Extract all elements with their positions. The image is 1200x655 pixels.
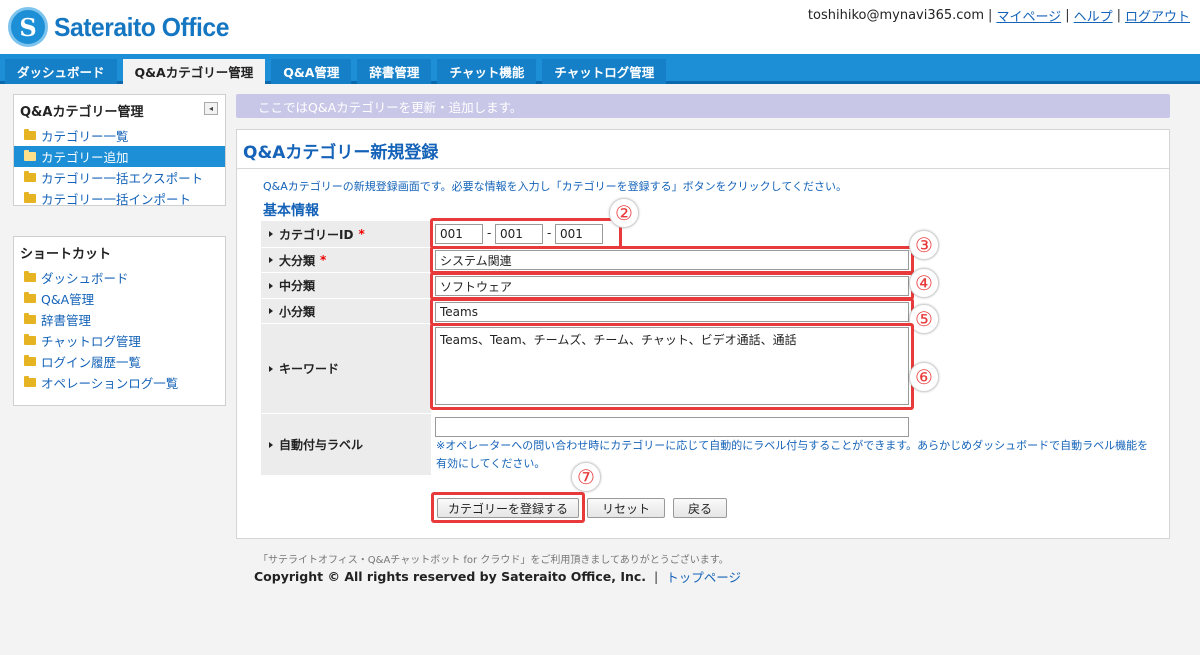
sidebar-title: Q&Aカテゴリー管理	[20, 105, 144, 120]
mypage-link[interactable]: マイページ	[996, 6, 1061, 25]
sidebar-item-label: 辞書管理	[41, 313, 92, 328]
folder-icon	[24, 355, 36, 366]
folder-icon	[24, 334, 36, 345]
highlight-box	[430, 272, 914, 300]
link-separator: |	[1065, 8, 1070, 23]
sidebar-item-category-export[interactable]: カテゴリー一括エクスポート	[14, 167, 225, 188]
sidebar-item-category-list[interactable]: カテゴリー一覧	[14, 125, 225, 146]
reset-button[interactable]: リセット	[587, 498, 665, 518]
folder-icon	[24, 271, 36, 282]
folder-icon	[24, 171, 36, 182]
folder-icon	[24, 129, 36, 140]
tab-chatlog[interactable]: チャットログ管理	[542, 59, 667, 84]
badge-4-icon: ④	[909, 268, 939, 298]
tab-dashboard[interactable]: ダッシュボード	[5, 59, 117, 84]
highlight-box	[430, 298, 914, 326]
triangle-right-icon	[269, 308, 273, 314]
minor-label: 小分類	[261, 299, 431, 324]
auto-label-label: 自動付与ラベル	[261, 414, 431, 476]
sidebar-item-label: オペレーションログ一覧	[41, 376, 179, 391]
header: S Sateraito Office toshihiko@mynavi365.c…	[0, 0, 1200, 54]
shortcut-login-history[interactable]: ログイン履歴一覧	[14, 351, 225, 372]
page-title: Q&Aカテゴリー新規登録	[243, 143, 439, 163]
shortcut-dashboard[interactable]: ダッシュボード	[14, 267, 225, 288]
shortcut-qa-management[interactable]: Q&A管理	[14, 288, 225, 309]
triangle-right-icon	[269, 257, 273, 263]
folder-icon	[24, 292, 36, 303]
sidebar-category-panel: Q&Aカテゴリー管理 ◂ カテゴリー一覧 カテゴリー追加 カテゴリー一括エクスポ…	[13, 94, 226, 209]
sidebar-title: ショートカット	[20, 247, 112, 262]
section-heading: 基本情報	[263, 203, 319, 219]
middle-label: 中分類	[261, 273, 431, 299]
logout-link[interactable]: ログアウト	[1125, 6, 1190, 25]
triangle-right-icon	[269, 231, 273, 237]
folder-icon	[24, 376, 36, 387]
highlight-box	[430, 246, 914, 274]
shortcut-operation-log[interactable]: オペレーションログ一覧	[14, 372, 225, 393]
major-label: 大分類 *	[261, 248, 431, 273]
tab-qa-management[interactable]: Q&A管理	[271, 59, 352, 84]
divider	[237, 168, 1169, 169]
info-bar: ここではQ&Aカテゴリーを更新・追加します。	[236, 94, 1170, 118]
logo[interactable]: S Sateraito Office	[8, 7, 238, 47]
sidebar-item-label: ログイン履歴一覧	[41, 355, 142, 370]
sidebar-item-category-add[interactable]: カテゴリー追加	[14, 146, 225, 167]
sidebar-item-label: Q&A管理	[41, 292, 95, 307]
shortcut-chatlog[interactable]: チャットログ管理	[14, 330, 225, 351]
auto-label-field[interactable]	[435, 417, 909, 437]
badge-2-icon: ②	[609, 198, 639, 228]
triangle-right-icon	[269, 365, 273, 372]
link-separator: |	[1116, 8, 1121, 23]
form-description: Q&Aカテゴリーの新規登録画面です。必要な情報を入力し「カテゴリーを登録する」ボ…	[263, 180, 847, 193]
logo-text: Sateraito Office	[54, 11, 229, 42]
triangle-right-icon	[269, 282, 273, 289]
back-button[interactable]: 戻る	[673, 498, 727, 518]
copyright-text: Copyright © All rights reserved by Sater…	[254, 569, 647, 584]
form-panel: Q&Aカテゴリー新規登録 Q&Aカテゴリーの新規登録画面です。必要な情報を入力し…	[236, 129, 1170, 539]
user-email: toshihiko@mynavi365.com	[807, 8, 985, 23]
highlight-box	[430, 323, 914, 410]
badge-7-icon: ⑦	[571, 462, 601, 492]
footer-copyright: Copyright © All rights reserved by Sater…	[254, 567, 741, 586]
required-mark: *	[320, 253, 327, 267]
tab-qa-category[interactable]: Q&Aカテゴリー管理	[122, 59, 266, 84]
triangle-right-icon	[269, 441, 273, 448]
help-link[interactable]: ヘルプ	[1074, 6, 1113, 25]
sidebar-item-label: カテゴリー一括インポート	[41, 192, 192, 207]
auto-label-note: ※オペレーターへの問い合わせ時にカテゴリーに応じて自動的にラベル付与することがで…	[436, 439, 1149, 470]
badge-6-icon: ⑥	[909, 362, 939, 392]
highlight-box	[431, 492, 585, 523]
top-page-link[interactable]: トップページ	[666, 567, 741, 586]
keyword-label: キーワード	[261, 324, 431, 414]
sidebar-item-label: チャットログ管理	[41, 334, 141, 349]
collapse-left-icon[interactable]: ◂	[204, 102, 218, 115]
required-mark: *	[358, 227, 365, 241]
sidebar-shortcut-panel: ショートカット ダッシュボード Q&A管理 辞書管理 チャットログ管理 ログイン…	[13, 236, 226, 406]
link-separator: |	[654, 569, 659, 584]
sidebar-item-label: ダッシュボード	[41, 271, 129, 286]
folder-icon	[24, 192, 36, 203]
folder-icon	[24, 313, 36, 324]
sidebar-item-label: カテゴリー一覧	[41, 129, 129, 144]
tab-dictionary[interactable]: 辞書管理	[357, 59, 432, 84]
tab-chat[interactable]: チャット機能	[437, 59, 537, 84]
sidebar-item-label: カテゴリー追加	[41, 150, 129, 165]
badge-3-icon: ③	[909, 230, 939, 260]
category-id-label: カテゴリーID *	[261, 221, 431, 248]
user-links: toshihiko@mynavi365.com | マイページ | ヘルプ | …	[808, 6, 1190, 25]
logo-mark-icon: S	[8, 7, 48, 47]
shortcut-dictionary[interactable]: 辞書管理	[14, 309, 225, 330]
sidebar-item-category-import[interactable]: カテゴリー一括インポート	[14, 188, 225, 209]
main-nav: ダッシュボード Q&Aカテゴリー管理 Q&A管理 辞書管理 チャット機能 チャッ…	[0, 54, 1200, 84]
highlight-box	[430, 218, 622, 249]
sidebar-item-label: カテゴリー一括エクスポート	[41, 171, 204, 186]
footer-thanks: 「サテライトオフィス・Q&Aチャットボット for クラウド」をご利用頂きまして…	[258, 555, 729, 566]
folder-open-icon	[24, 150, 36, 161]
link-separator: |	[988, 8, 993, 23]
